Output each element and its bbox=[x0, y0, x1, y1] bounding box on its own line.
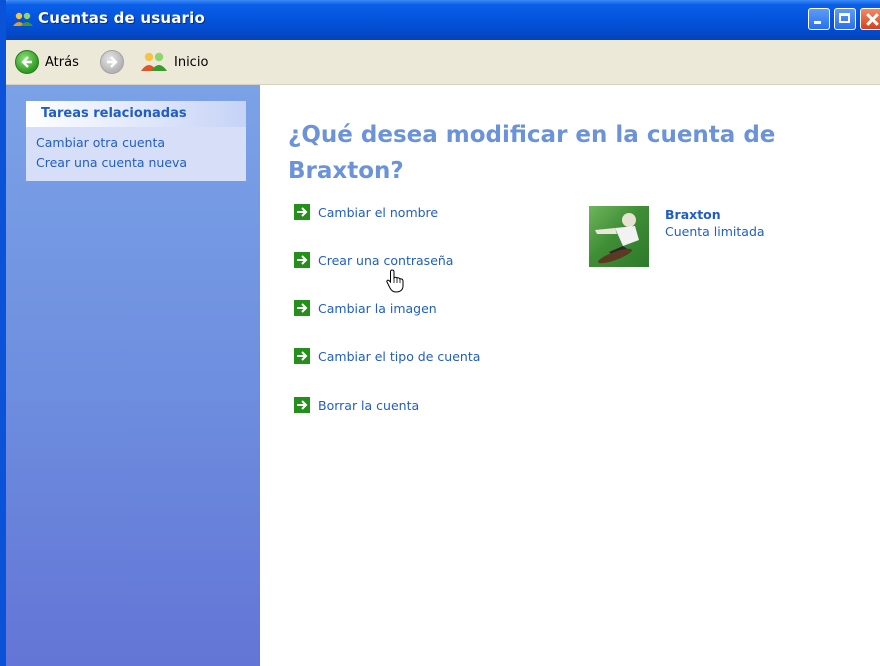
back-label: Atrás bbox=[45, 54, 79, 70]
user-name: Braxton bbox=[665, 207, 721, 222]
related-tasks-header: Tareas relacionadas bbox=[26, 101, 246, 127]
user-avatar bbox=[589, 206, 649, 267]
forward-arrow-icon bbox=[100, 50, 124, 74]
users-icon bbox=[13, 12, 33, 26]
create-password-action[interactable]: Crear una contraseña bbox=[294, 250, 453, 270]
action-label: Cambiar la imagen bbox=[318, 300, 437, 316]
window-title: Cuentas de usuario bbox=[38, 9, 205, 27]
title-bar[interactable]: Cuentas de usuario bbox=[6, 0, 880, 40]
navigation-toolbar: Atrás Inicio bbox=[6, 40, 880, 85]
back-arrow-icon bbox=[15, 50, 39, 74]
change-account-type-action[interactable]: Cambiar el tipo de cuenta bbox=[294, 346, 480, 366]
green-arrow-icon bbox=[294, 300, 310, 316]
green-arrow-icon bbox=[294, 204, 310, 220]
hand-cursor-icon bbox=[386, 269, 404, 293]
action-label: Borrar la cuenta bbox=[318, 397, 420, 413]
page-title-line2: Braxton? bbox=[288, 158, 404, 184]
tasks-sidebar: Tareas relacionadas Cambiar otra cuenta … bbox=[6, 85, 260, 666]
change-name-action[interactable]: Cambiar el nombre bbox=[294, 202, 438, 222]
green-arrow-icon bbox=[294, 252, 310, 268]
close-button[interactable] bbox=[860, 8, 880, 30]
back-button[interactable]: Atrás bbox=[15, 50, 79, 74]
related-tasks-box: Tareas relacionadas Cambiar otra cuenta … bbox=[26, 101, 246, 181]
skateboarder-picture bbox=[595, 213, 639, 264]
user-accounts-window: Cuentas de usuario Atrás Inicio Tareas r… bbox=[0, 0, 880, 666]
home-button[interactable]: Inicio bbox=[140, 50, 208, 74]
forward-button[interactable] bbox=[100, 50, 124, 74]
home-label: Inicio bbox=[174, 54, 209, 70]
change-picture-action[interactable]: Cambiar la imagen bbox=[294, 298, 437, 318]
maximize-button[interactable] bbox=[834, 8, 856, 30]
delete-account-action[interactable]: Borrar la cuenta bbox=[294, 395, 419, 415]
green-arrow-icon bbox=[294, 397, 310, 413]
minimize-button[interactable] bbox=[808, 8, 830, 30]
create-new-account-link[interactable]: Crear una cuenta nueva bbox=[26, 153, 246, 173]
account-type: Cuenta limitada bbox=[665, 224, 765, 239]
action-label: Cambiar el nombre bbox=[318, 204, 439, 220]
main-content: ¿Qué desea modificar en la cuenta de Bra… bbox=[260, 85, 880, 666]
users-home-icon bbox=[141, 52, 167, 71]
action-label: Cambiar el tipo de cuenta bbox=[318, 348, 481, 364]
page-title: ¿Qué desea modificar en la cuenta de Bra… bbox=[288, 117, 848, 189]
action-label: Crear una contraseña bbox=[318, 252, 454, 268]
green-arrow-icon bbox=[294, 348, 310, 364]
page-title-line1: ¿Qué desea modificar en la cuenta de bbox=[288, 122, 776, 148]
change-other-account-link[interactable]: Cambiar otra cuenta bbox=[26, 133, 246, 153]
